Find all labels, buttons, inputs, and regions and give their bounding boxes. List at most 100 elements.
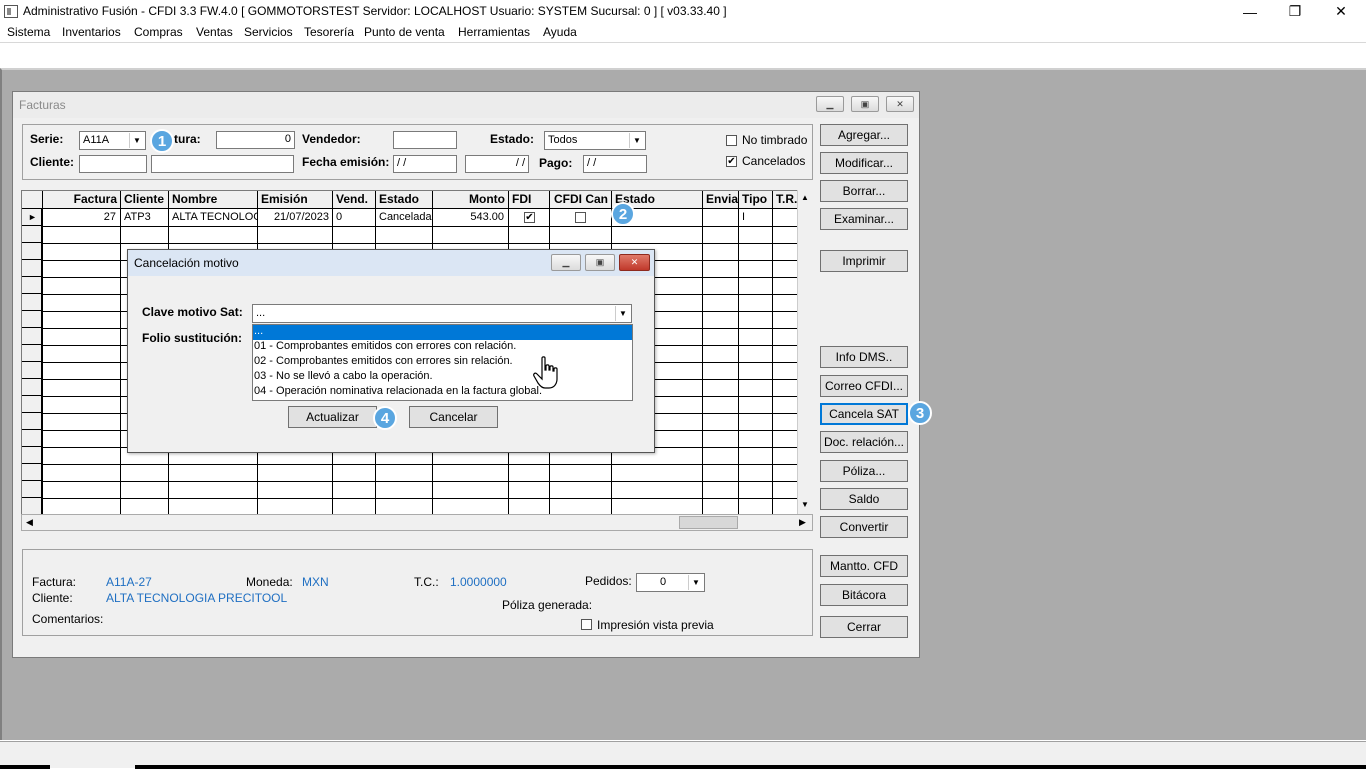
- motivo-dropdown-list[interactable]: ... 01 - Comprobantes emitidos con error…: [252, 324, 633, 401]
- saldo-button[interactable]: Saldo: [820, 488, 908, 510]
- row-indicator: [22, 345, 42, 362]
- row-indicator: [22, 328, 42, 345]
- correo-cfdi-button[interactable]: Correo CFDI...: [820, 375, 908, 397]
- col-header-cfdi-can[interactable]: CFDI Can: [550, 191, 612, 209]
- motivo-option-04[interactable]: 04 - Operación nominativa relacionada en…: [253, 385, 632, 400]
- cerrar-button[interactable]: Cerrar: [820, 616, 908, 638]
- menu-tesoreria[interactable]: Tesorería: [304, 25, 354, 39]
- menu-ayuda[interactable]: Ayuda: [543, 25, 577, 39]
- cell-vend[interactable]: 0: [333, 209, 375, 226]
- info-moneda-value: MXN: [302, 575, 329, 589]
- borrar-button[interactable]: Borrar...: [820, 180, 908, 202]
- col-header-estado[interactable]: Estado: [376, 191, 433, 209]
- cell-monto[interactable]: 543.00: [433, 209, 507, 226]
- col-header-monto[interactable]: Monto: [433, 191, 509, 209]
- cancelados-checkbox[interactable]: ✔: [726, 156, 737, 167]
- menu-ventas[interactable]: Ventas: [196, 25, 233, 39]
- facturas-minimize-icon[interactable]: ▁: [816, 96, 844, 112]
- examinar-button[interactable]: Examinar...: [820, 208, 908, 230]
- scroll-left-icon[interactable]: ◀: [26, 517, 33, 528]
- cell-cfdi-can-checkbox[interactable]: [575, 212, 586, 223]
- fecha-from-input[interactable]: / /: [393, 155, 457, 173]
- motivo-option-02[interactable]: 02 - Comprobantes emitidos con errores s…: [253, 355, 632, 370]
- col-header-factura[interactable]: Factura: [43, 191, 121, 209]
- row-indicator[interactable]: ►: [22, 209, 42, 226]
- chevron-down-icon[interactable]: ▼: [629, 133, 644, 148]
- col-header-envia[interactable]: Envia: [703, 191, 739, 209]
- status-segment: [0, 765, 50, 769]
- dialog-restore-icon[interactable]: ▣: [585, 254, 615, 271]
- menu-sistema[interactable]: Sistema: [7, 25, 50, 39]
- menu-inventarios[interactable]: Inventarios: [62, 25, 121, 39]
- cell-cliente[interactable]: ATP3: [121, 209, 167, 226]
- convertir-button[interactable]: Convertir: [820, 516, 908, 538]
- poliza-button[interactable]: Póliza...: [820, 460, 908, 482]
- close-button[interactable]: ✕: [1318, 0, 1364, 23]
- fecha-to-input[interactable]: / /: [465, 155, 529, 173]
- menu-herramientas[interactable]: Herramientas: [458, 25, 530, 39]
- grid-vertical-scrollbar[interactable]: ▲ ▼: [797, 190, 813, 515]
- no-timbrado-checkbox[interactable]: [726, 135, 737, 146]
- menu-punto-de-venta[interactable]: Punto de venta: [364, 25, 445, 39]
- status-segment: [135, 765, 1366, 769]
- info-tc-label: T.C.:: [414, 575, 439, 589]
- chevron-down-icon[interactable]: ▼: [688, 575, 703, 590]
- cell-emision[interactable]: 21/07/2023: [258, 209, 332, 226]
- col-header-nombre[interactable]: Nombre: [169, 191, 258, 209]
- minimize-button[interactable]: —: [1227, 0, 1273, 23]
- maximize-button[interactable]: ❐: [1272, 0, 1318, 23]
- col-header-cliente[interactable]: Cliente: [121, 191, 169, 209]
- cancela-sat-button[interactable]: Cancela SAT: [820, 403, 908, 425]
- factura-input[interactable]: 0: [216, 131, 295, 149]
- clave-motivo-combo[interactable]: ... ▼: [252, 304, 632, 323]
- info-dms-button[interactable]: Info DMS..: [820, 346, 908, 368]
- dialog-close-icon[interactable]: ✕: [619, 254, 650, 271]
- cliente-name-input[interactable]: [151, 155, 294, 173]
- clave-motivo-value: ...: [256, 307, 266, 319]
- col-header-fdi[interactable]: FDI: [509, 191, 550, 209]
- cell-tipo[interactable]: I: [739, 209, 772, 226]
- agregar-button[interactable]: Agregar...: [820, 124, 908, 146]
- imprimir-button[interactable]: Imprimir: [820, 250, 908, 272]
- facturas-restore-icon[interactable]: ▣: [851, 96, 879, 112]
- scroll-up-icon[interactable]: ▲: [801, 193, 809, 202]
- impresion-checkbox[interactable]: [581, 619, 592, 630]
- dialog-minimize-icon[interactable]: ▁: [551, 254, 581, 271]
- dialog-title: Cancelación motivo: [134, 256, 239, 270]
- col-header-tipo[interactable]: Tipo: [739, 191, 773, 209]
- actualizar-button[interactable]: Actualizar: [288, 406, 377, 428]
- menu-compras[interactable]: Compras: [134, 25, 183, 39]
- pedidos-combo[interactable]: 0 ▼: [636, 573, 705, 592]
- motivo-option-blank[interactable]: ...: [253, 325, 632, 340]
- step-badge-2: 2: [611, 202, 635, 226]
- menu-servicios[interactable]: Servicios: [244, 25, 293, 39]
- scroll-thumb[interactable]: [679, 516, 738, 529]
- cell-factura[interactable]: 27: [43, 209, 119, 226]
- chevron-down-icon[interactable]: ▼: [129, 133, 144, 148]
- motivo-option-01[interactable]: 01 - Comprobantes emitidos con errores c…: [253, 340, 632, 355]
- cliente-input[interactable]: [79, 155, 147, 173]
- serie-combo[interactable]: A11A ▼: [79, 131, 146, 150]
- mantto-cfd-button[interactable]: Mantto. CFD: [820, 555, 908, 577]
- col-header-emision[interactable]: Emisión: [258, 191, 333, 209]
- cell-fdi-checkbox[interactable]: ✔: [524, 212, 535, 223]
- grid-horizontal-scrollbar[interactable]: ◀ ▶: [21, 514, 813, 531]
- bitacora-button[interactable]: Bitácora: [820, 584, 908, 606]
- estado-combo[interactable]: Todos ▼: [544, 131, 646, 150]
- col-header-vend[interactable]: Vend.: [333, 191, 376, 209]
- facturas-close-icon[interactable]: ✕: [886, 96, 914, 112]
- cell-estado[interactable]: Cancelada: [376, 209, 432, 226]
- modificar-button[interactable]: Modificar...: [820, 152, 908, 174]
- pago-input[interactable]: / /: [583, 155, 647, 173]
- chevron-down-icon[interactable]: ▼: [615, 306, 630, 321]
- cancelar-button[interactable]: Cancelar: [409, 406, 498, 428]
- info-pedidos-label: Pedidos:: [585, 574, 632, 588]
- vendedor-input[interactable]: [393, 131, 457, 149]
- estado-label: Estado:: [490, 132, 535, 146]
- scroll-down-icon[interactable]: ▼: [801, 500, 809, 509]
- doc-relacion-button[interactable]: Doc. relación...: [820, 431, 908, 453]
- info-factura-value: A11A-27: [106, 575, 152, 589]
- motivo-option-03[interactable]: 03 - No se llevó a cabo la operación.: [253, 370, 632, 385]
- cell-nombre[interactable]: ALTA TECNOLOG: [169, 209, 257, 226]
- scroll-right-icon[interactable]: ▶: [799, 517, 806, 528]
